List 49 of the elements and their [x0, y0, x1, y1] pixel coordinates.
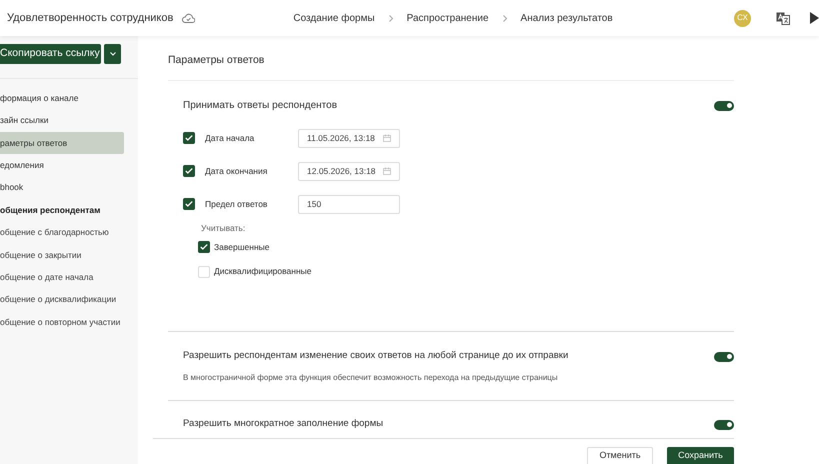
- chevron-right-icon: [502, 14, 507, 22]
- sidebar-item[interactable]: общение с благодарностью: [0, 221, 124, 244]
- chevron-right-icon: [388, 14, 393, 22]
- cancel-button[interactable]: Отменить: [587, 446, 653, 464]
- sidebar-item[interactable]: формация о канале: [0, 87, 124, 110]
- cloud-check-icon: [182, 13, 196, 23]
- toggle-switch[interactable]: [714, 100, 734, 111]
- option-label: Дата начала: [205, 132, 256, 145]
- step-link[interactable]: Распространение: [406, 10, 489, 26]
- setting-label: Разрешить респондентам изменение своих ответов на любой странице до их отправки: [183, 349, 568, 364]
- checkbox[interactable]: [183, 132, 195, 144]
- sidebar-item[interactable]: bhook: [0, 176, 124, 199]
- section-title: Параметры ответов: [168, 36, 734, 81]
- option-label: Предел ответов: [205, 198, 268, 211]
- chevron-down-icon: [110, 52, 116, 56]
- date-field[interactable]: 11.05.2026, 13:18: [298, 128, 400, 148]
- sidebar-item[interactable]: общение о дисквалификации: [0, 288, 124, 311]
- sidebar-item[interactable]: общение о закрытии: [0, 244, 124, 266]
- calendar-icon: [383, 167, 391, 176]
- step-link[interactable]: Создание формы: [293, 10, 375, 26]
- translate-icon[interactable]: [776, 12, 790, 24]
- sidebar-item[interactable]: зайн ссылки: [0, 109, 124, 132]
- count-label: Учитывать:: [201, 222, 246, 234]
- toggle-switch[interactable]: [714, 420, 734, 430]
- checkbox[interactable]: [183, 165, 195, 178]
- step-link[interactable]: Анализ результатов: [520, 10, 613, 26]
- play-icon[interactable]: [810, 12, 819, 24]
- calendar-icon: [383, 134, 391, 142]
- form-title: Удовлетворенность сотрудников: [7, 10, 174, 26]
- option-label: Дисквалифицированные: [214, 265, 312, 278]
- setting-label: Принимать ответы респондентов: [183, 99, 338, 114]
- save-button[interactable]: Сохранить: [667, 446, 734, 464]
- sidebar-item[interactable]: общения респондентам: [0, 198, 124, 222]
- option-label: Завершенные: [214, 240, 270, 254]
- sidebar-item[interactable]: раметры ответов: [0, 132, 124, 154]
- dropdown-button[interactable]: [104, 44, 121, 64]
- copy-link-button[interactable]: Скопировать ссылку: [0, 44, 101, 64]
- setting-description: В многостраничной форме эта функция обеспечит возможность перехода на предыдущие страницы: [183, 372, 559, 384]
- setting-label: Разрешить многократное заполнение формы: [183, 417, 384, 432]
- sidebar-item[interactable]: едомления: [0, 154, 124, 177]
- date-field[interactable]: 12.05.2026, 13:18: [298, 162, 400, 181]
- sidebar-item[interactable]: общение о дате начала: [0, 266, 124, 289]
- sidebar-item[interactable]: общение о повторном участии: [0, 310, 124, 334]
- option-label: Дата окончания: [205, 164, 268, 178]
- checkbox[interactable]: [198, 240, 210, 253]
- toggle-switch[interactable]: [714, 352, 734, 362]
- checkbox[interactable]: [198, 266, 210, 278]
- checkbox[interactable]: [183, 198, 195, 210]
- number-field[interactable]: 150: [298, 194, 400, 214]
